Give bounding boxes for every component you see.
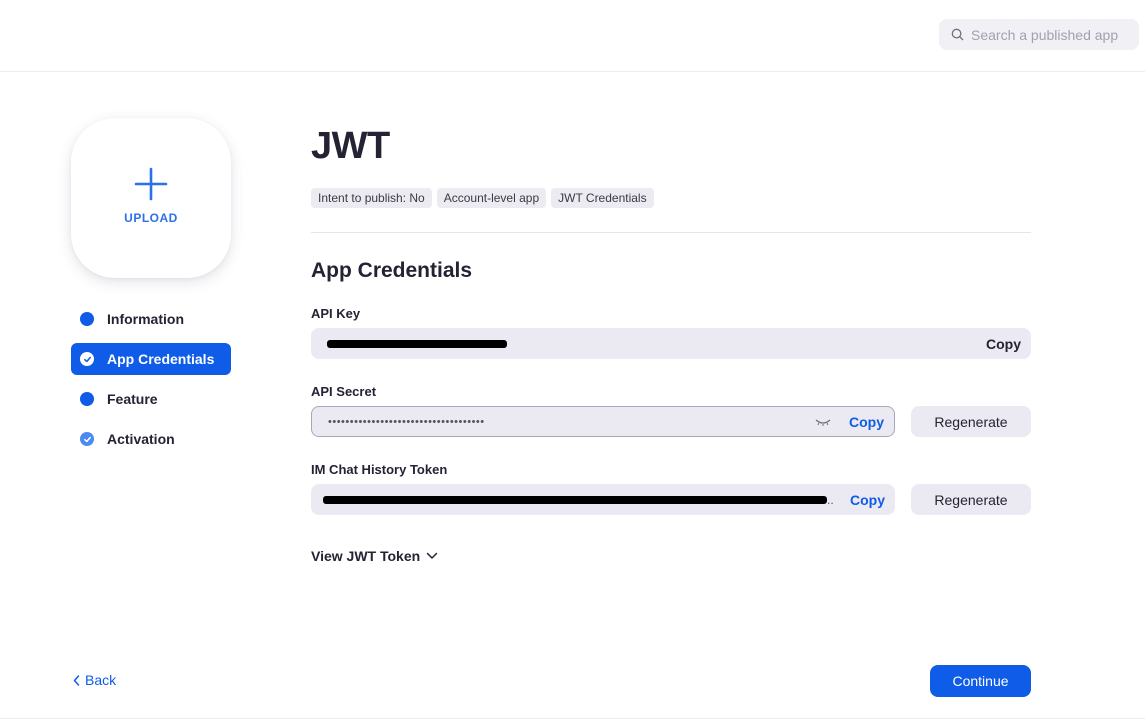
search-placeholder: Search a published app — [971, 26, 1119, 43]
view-jwt-token-toggle[interactable]: View JWT Token — [311, 548, 438, 564]
im-chat-token-label: IM Chat History Token — [311, 462, 448, 477]
view-jwt-token-label: View JWT Token — [311, 548, 421, 564]
main-content: JWT Intent to publish: No Account-level … — [311, 120, 1031, 515]
step-nav: Information App Credentials Feature Acti… — [71, 303, 231, 463]
check-circle-icon — [80, 432, 94, 446]
top-bar: Search a published app — [0, 0, 1145, 72]
api-secret-field[interactable]: •••••••••••••••••••••••••••••••••••• Cop… — [311, 406, 895, 437]
step-dot-icon — [80, 312, 94, 326]
api-secret-value: •••••••••••••••••••••••••••••••••••• — [328, 415, 485, 428]
divider — [311, 232, 1031, 233]
step-label: Feature — [107, 391, 158, 407]
back-label: Back — [85, 672, 117, 688]
eye-closed-icon[interactable] — [815, 417, 831, 427]
redaction-bar — [323, 496, 827, 505]
search-input[interactable]: Search a published app — [939, 19, 1139, 50]
api-key-copy-button[interactable]: Copy — [986, 336, 1021, 352]
chevron-left-icon — [73, 674, 80, 686]
api-key-field[interactable]: Copy — [311, 328, 1031, 359]
im-chat-token-field[interactable]: .. Copy — [311, 484, 895, 515]
back-link[interactable]: Back — [73, 672, 116, 688]
redaction-bar — [327, 340, 507, 349]
im-chat-token-value: .. — [323, 493, 842, 507]
continue-button[interactable]: Continue — [930, 665, 1031, 697]
tag-jwt-credentials: JWT Credentials — [551, 188, 654, 208]
ellipsis: .. — [827, 492, 834, 507]
chevron-down-icon — [426, 552, 438, 559]
bottom-divider — [0, 718, 1145, 719]
search-icon — [951, 28, 964, 41]
upload-button[interactable]: UPLOAD — [71, 118, 231, 278]
step-label: Activation — [107, 431, 175, 447]
step-activation[interactable]: Activation — [71, 423, 231, 455]
plus-icon — [134, 167, 168, 201]
step-information[interactable]: Information — [71, 303, 231, 335]
api-secret-label: API Secret — [311, 384, 377, 399]
api-key-label: API Key — [311, 306, 361, 321]
api-key-value — [327, 337, 978, 351]
api-secret-copy-button[interactable]: Copy — [849, 414, 884, 430]
step-dot-icon — [80, 392, 94, 406]
section-title: App Credentials — [311, 259, 473, 282]
upload-label: UPLOAD — [124, 211, 178, 225]
tag-account-level: Account-level app — [436, 188, 547, 208]
im-chat-token-copy-button[interactable]: Copy — [850, 492, 885, 508]
check-circle-icon — [80, 352, 94, 366]
im-chat-token-group: IM Chat History Token .. Copy Regenerate — [311, 462, 1031, 515]
tag-intent-to-publish: Intent to publish: No — [311, 188, 432, 208]
step-label: App Credentials — [107, 351, 215, 367]
tag-list: Intent to publish: No Account-level app … — [311, 188, 1031, 208]
step-app-credentials[interactable]: App Credentials — [71, 343, 231, 375]
page-title: JWT — [311, 125, 390, 167]
api-secret-group: API Secret •••••••••••••••••••••••••••••… — [311, 384, 1031, 437]
step-feature[interactable]: Feature — [71, 383, 231, 415]
api-key-group: API Key Copy — [311, 306, 1031, 359]
step-label: Information — [107, 311, 184, 327]
im-chat-token-regenerate-button[interactable]: Regenerate — [911, 484, 1031, 515]
api-secret-regenerate-button[interactable]: Regenerate — [911, 406, 1031, 437]
